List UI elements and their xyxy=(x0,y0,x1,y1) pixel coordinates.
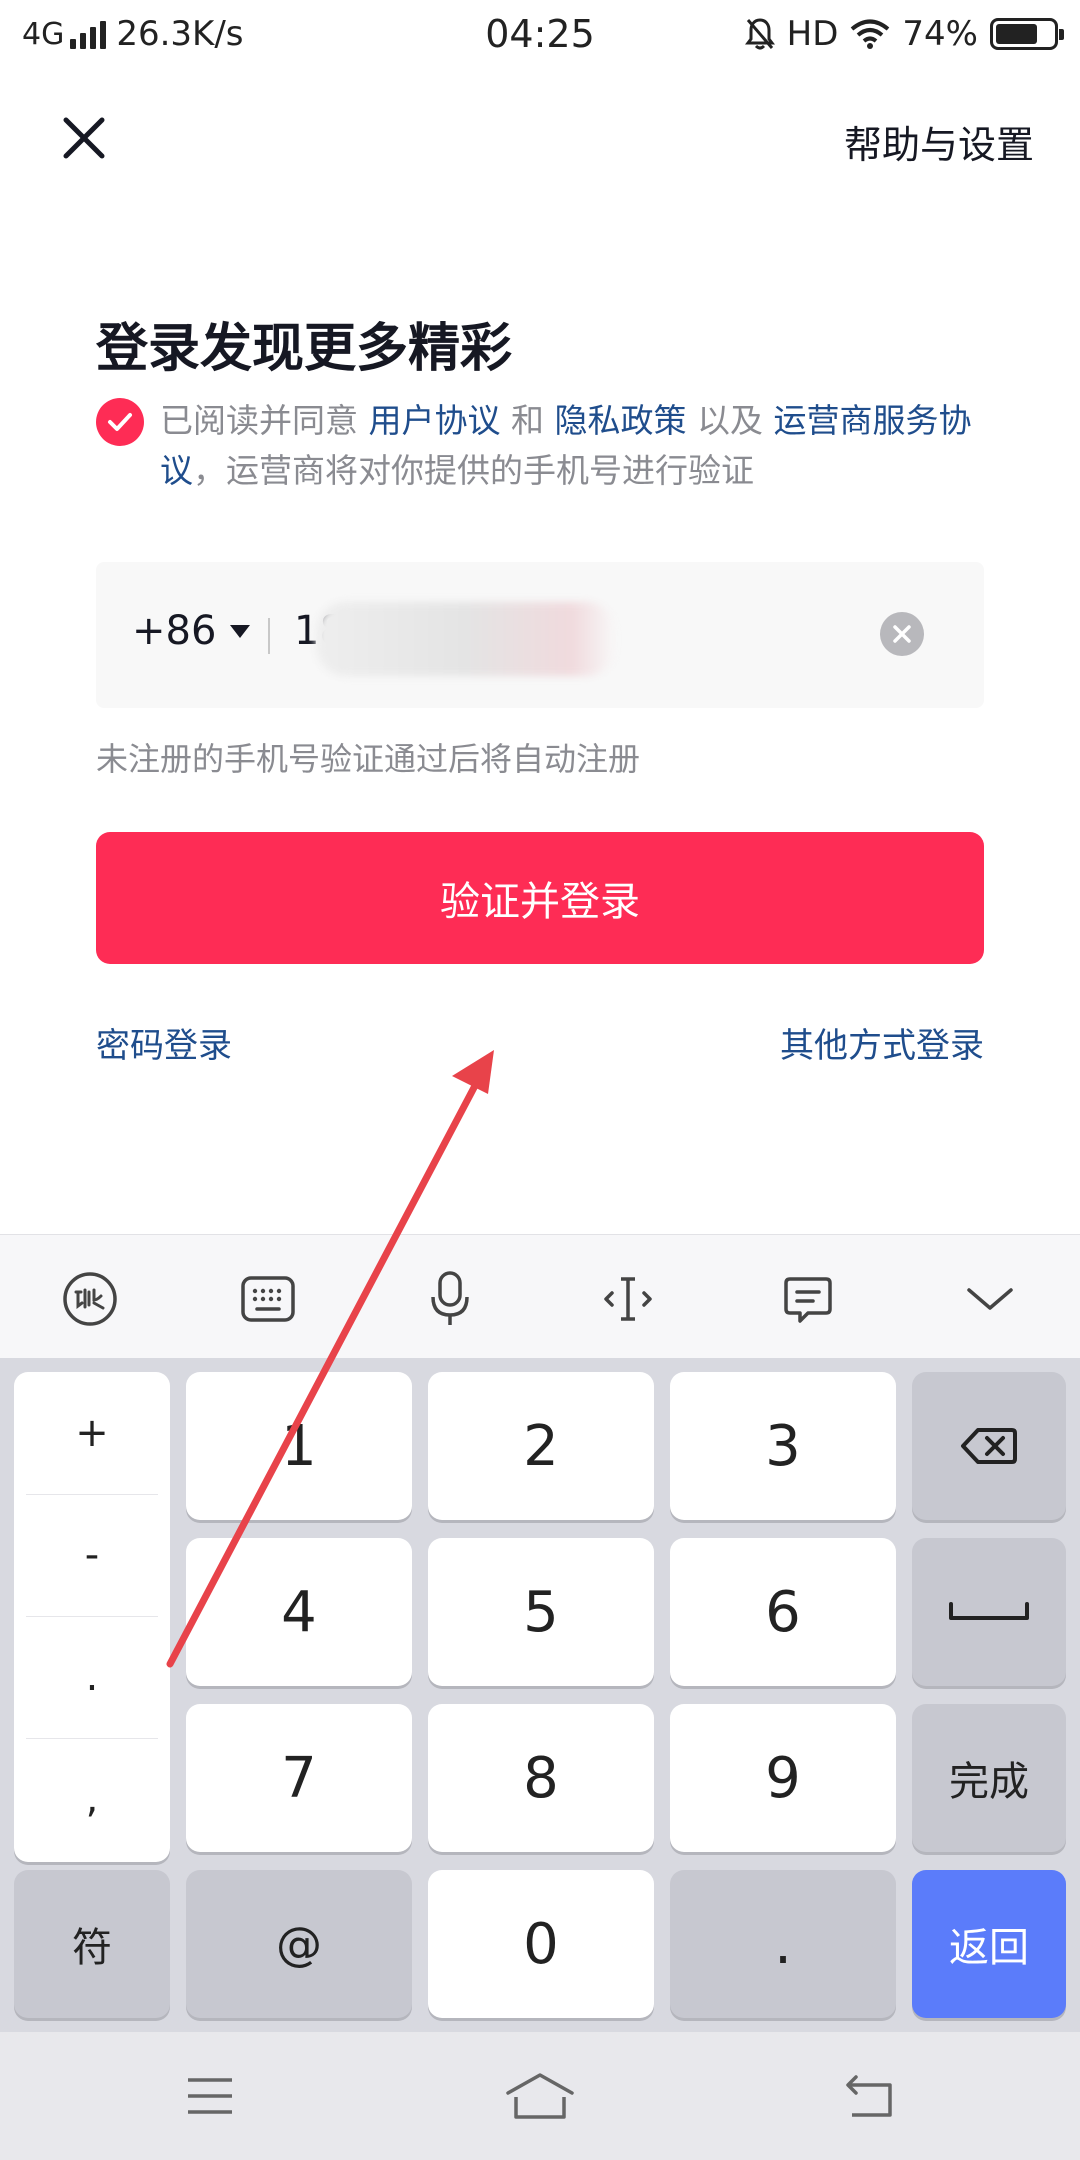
clear-icon xyxy=(893,625,911,643)
key-4[interactable]: 4 xyxy=(186,1538,412,1686)
agree-checkbox[interactable] xyxy=(96,398,144,446)
phone-input[interactable]: +86 18 xyxy=(96,562,984,708)
help-settings-link[interactable]: 帮助与设置 xyxy=(844,114,1034,169)
verify-login-button[interactable]: 验证并登录 xyxy=(96,832,984,964)
country-code: +86 xyxy=(132,608,217,654)
privacy-policy-link[interactable]: 隐私政策 xyxy=(555,401,687,440)
key-6[interactable]: 6 xyxy=(670,1538,896,1686)
clipboard-icon[interactable] xyxy=(768,1259,848,1339)
agreement-text: 已阅读并同意 用户协议 和 隐私政策 以及 运营商服务协议，运营商将对你提供的手… xyxy=(160,396,996,496)
space-icon xyxy=(949,1602,1029,1620)
return-key[interactable]: 返回 xyxy=(912,1870,1066,2018)
home-icon xyxy=(506,2073,574,2119)
done-key[interactable]: 完成 xyxy=(912,1704,1066,1852)
agree-and-also: 以及 xyxy=(697,401,763,440)
backspace-key[interactable] xyxy=(912,1372,1066,1520)
hd-label: HD xyxy=(786,14,839,54)
home-nav-button[interactable] xyxy=(490,2064,590,2128)
battery-icon xyxy=(990,18,1064,50)
agree-and: 和 xyxy=(511,401,544,440)
agree-prefix: 已阅读并同意 xyxy=(160,401,358,440)
country-code-selector[interactable]: +86 xyxy=(132,608,251,654)
keyboard-toolbar xyxy=(0,1234,1080,1358)
wifi-icon xyxy=(851,19,890,49)
space-key[interactable] xyxy=(912,1538,1066,1686)
microphone-icon[interactable] xyxy=(410,1259,490,1339)
symbol-column: + - . , xyxy=(14,1372,170,1862)
status-right: HD 74% xyxy=(744,14,1064,54)
menu-nav-button[interactable] xyxy=(160,2064,260,2128)
divider xyxy=(268,618,270,654)
numeric-keyboard: + - . , 1 2 3 4 5 6 7 8 9 完成 符 @ 0 . 返回 xyxy=(0,1358,1080,2032)
agree-suffix: ，运营商将对你提供的手机号进行验证 xyxy=(193,451,754,490)
close-icon xyxy=(63,117,105,159)
key-period[interactable]: . xyxy=(26,1616,158,1738)
key-7[interactable]: 7 xyxy=(186,1704,412,1852)
collapse-keyboard-icon[interactable] xyxy=(950,1259,1030,1339)
key-2[interactable]: 2 xyxy=(428,1372,654,1520)
key-5[interactable]: 5 xyxy=(428,1538,654,1686)
check-icon xyxy=(108,413,132,431)
other-login-link[interactable]: 其他方式登录 xyxy=(780,1018,984,1067)
close-button[interactable] xyxy=(48,102,120,174)
symbol-key[interactable]: 符 xyxy=(14,1870,170,2018)
cursor-icon[interactable] xyxy=(588,1259,668,1339)
key-1[interactable]: 1 xyxy=(186,1372,412,1520)
agreement: 已阅读并同意 用户协议 和 隐私政策 以及 运营商服务协议，运营商将对你提供的手… xyxy=(96,396,996,496)
bell-off-icon xyxy=(744,18,775,50)
user-agreement-link[interactable]: 用户协议 xyxy=(369,401,501,440)
register-hint: 未注册的手机号验证通过后将自动注册 xyxy=(96,740,641,778)
at-key[interactable]: @ xyxy=(186,1870,412,2018)
key-comma[interactable]: , xyxy=(26,1738,158,1860)
keyboard-icon[interactable] xyxy=(228,1259,308,1339)
dot-key[interactable]: . xyxy=(670,1870,896,2018)
password-login-link[interactable]: 密码登录 xyxy=(96,1018,232,1067)
key-minus[interactable]: - xyxy=(26,1494,158,1616)
key-9[interactable]: 9 xyxy=(670,1704,896,1852)
menu-icon xyxy=(188,2078,232,2114)
backspace-icon xyxy=(961,1428,1017,1464)
page-title: 登录发现更多精彩 xyxy=(96,319,513,379)
key-3[interactable]: 3 xyxy=(670,1372,896,1520)
key-8[interactable]: 8 xyxy=(428,1704,654,1852)
battery-level xyxy=(996,24,1038,44)
back-icon xyxy=(846,2075,892,2117)
back-nav-button[interactable] xyxy=(820,2064,920,2128)
key-plus[interactable]: + xyxy=(26,1372,158,1494)
caret-down-icon xyxy=(230,624,251,638)
key-0[interactable]: 0 xyxy=(428,1870,654,2018)
system-nav-bar xyxy=(0,2032,1080,2160)
battery-percent: 74% xyxy=(902,14,978,54)
voice-brand-icon[interactable] xyxy=(50,1259,130,1339)
status-bar: 4G 26.3K/s 04:25 HD 74% xyxy=(0,0,1080,76)
redacted-blur xyxy=(316,602,616,676)
clear-button[interactable] xyxy=(880,612,924,656)
